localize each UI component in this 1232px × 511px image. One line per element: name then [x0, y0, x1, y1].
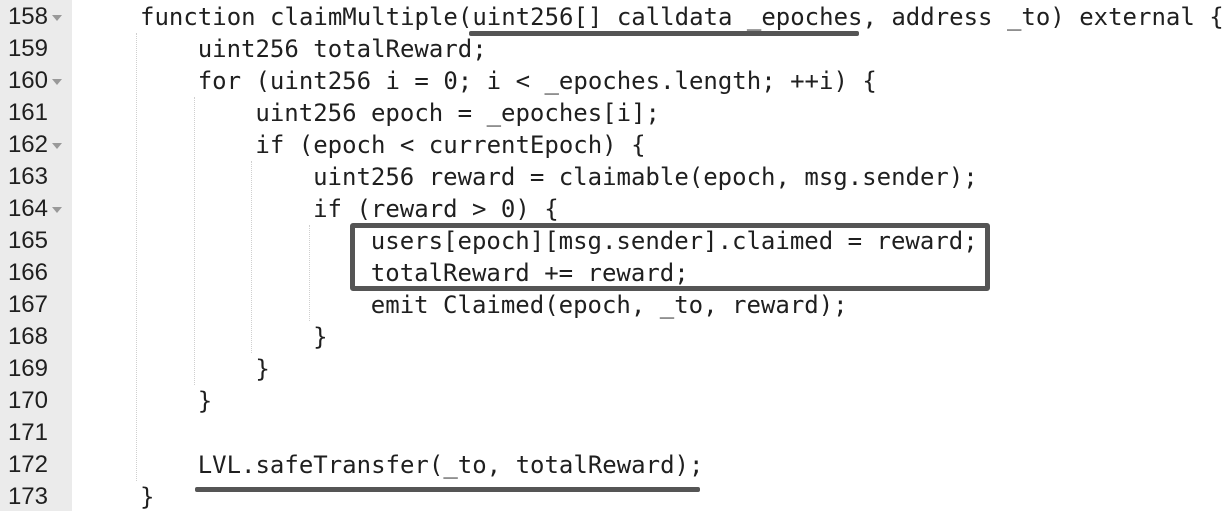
code-text: } — [255, 355, 270, 383]
code-text: function claimMultiple(uint256[] calldat… — [140, 3, 1224, 31]
line-number: 158 — [7, 3, 48, 30]
line-number: 159 — [7, 35, 48, 62]
line-number: 160 — [7, 67, 48, 94]
annotation-underline-params — [469, 31, 859, 36]
code-text: if (epoch < currentEpoch) { — [255, 131, 646, 159]
fold-arrow-icon[interactable] — [52, 79, 62, 85]
line-number: 169 — [7, 355, 48, 382]
line-number: 172 — [7, 451, 48, 478]
line-number: 168 — [7, 323, 48, 350]
annotation-underline-transfer — [195, 487, 700, 492]
code-line[interactable]: 170} — [0, 385, 1232, 417]
code-line[interactable]: 173} — [0, 481, 1232, 511]
code-text: uint256 reward = claimable(epoch, msg.se… — [313, 163, 978, 191]
line-number: 164 — [7, 195, 48, 222]
line-number: 166 — [7, 259, 48, 286]
code-line[interactable]: 162 if (epoch < currentEpoch) { — [0, 129, 1232, 161]
code-line[interactable]: 161 uint256 epoch = _epoches[i]; — [0, 97, 1232, 129]
line-number: 171 — [7, 419, 48, 446]
fold-arrow-icon[interactable] — [52, 15, 62, 21]
code-editor[interactable]: 158 function claimMultiple(uint256[] call… — [0, 0, 1232, 511]
code-text: } — [140, 483, 155, 511]
code-line[interactable]: 172 LVL.safeTransfer(_to, totalReward); — [0, 449, 1232, 481]
line-number: 167 — [7, 291, 48, 318]
code-text: uint256 epoch = _epoches[i]; — [255, 99, 660, 127]
line-number: 165 — [7, 227, 48, 254]
code-line[interactable]: 163 uint256 reward = claimable(epoch, msg… — [0, 161, 1232, 193]
code-line[interactable]: 168} — [0, 321, 1232, 353]
code-line[interactable]: 159 uint256 totalReward; — [0, 33, 1232, 65]
code-text: LVL.safeTransfer(_to, totalReward); — [197, 451, 704, 479]
code-text: } — [313, 323, 328, 351]
line-number: 162 — [7, 131, 48, 158]
code-line[interactable]: 160 for (uint256 i = 0; i < _epoches.leng… — [0, 65, 1232, 97]
code-line[interactable]: 167 emit Claimed(epoch, _to, reward); — [0, 289, 1232, 321]
code-line[interactable]: 169} — [0, 353, 1232, 385]
line-number: 173 — [7, 483, 48, 510]
line-number: 161 — [7, 99, 48, 126]
code-text: emit Claimed(epoch, _to, reward); — [370, 291, 848, 319]
line-number: 170 — [7, 387, 48, 414]
code-text: for (uint256 i = 0; i < _epoches.length;… — [197, 67, 877, 95]
code-line[interactable]: 164 if (reward > 0) { — [0, 193, 1232, 225]
fold-arrow-icon[interactable] — [52, 143, 62, 149]
code-line[interactable]: 158 function claimMultiple(uint256[] call… — [0, 1, 1232, 33]
code-text: uint256 totalReward; — [197, 35, 487, 63]
line-number: 163 — [7, 163, 48, 190]
annotation-highlight-box — [350, 223, 990, 291]
code-text: } — [197, 387, 213, 415]
fold-arrow-icon[interactable] — [52, 207, 62, 213]
code-line[interactable]: 171 — [0, 417, 1232, 449]
code-text: if (reward > 0) { — [313, 195, 559, 223]
